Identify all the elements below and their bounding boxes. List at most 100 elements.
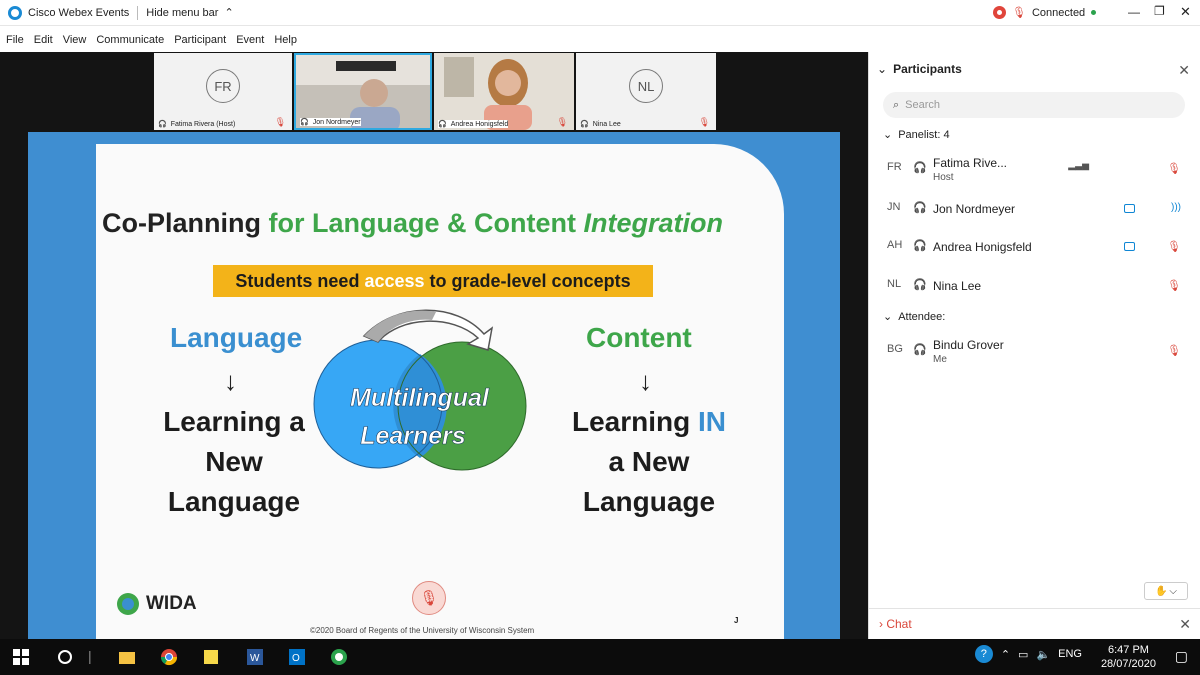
minimize-button[interactable]: —: [1128, 5, 1140, 19]
record-icon[interactable]: [993, 6, 1006, 19]
thumb-label: 🎧 Nina Lee: [580, 120, 621, 129]
participant-row[interactable]: JN 🎧 Jon Nordmeyer ))): [883, 192, 1193, 226]
raise-hand-button[interactable]: ✋ ⌵: [1144, 582, 1188, 600]
camera-icon[interactable]: [1124, 242, 1135, 251]
thumb-name: Fatima Rivera (Host): [170, 120, 236, 128]
participant-row[interactable]: AH 🎧 Andrea Honigsfeld 🎙: [883, 230, 1193, 264]
center-line: Multilingual: [350, 384, 489, 413]
video-thumb-jon[interactable]: 🎧 Jon Nordmeyer: [294, 53, 432, 130]
slide-canvas: Co-Planning for Language & Content Integ…: [96, 144, 784, 639]
clock-time: 6:47 PM: [1107, 644, 1149, 656]
windows-start-icon[interactable]: [12, 648, 30, 666]
headset-icon: 🎧: [300, 119, 309, 126]
mic-muted-icon[interactable]: 🎙: [1167, 279, 1181, 292]
outlook-icon[interactable]: O: [288, 648, 306, 666]
mute-button[interactable]: 🎙: [412, 581, 446, 615]
panelist-section-header[interactable]: ⌄ Panelist: 4: [883, 128, 950, 142]
menu-participant[interactable]: Participant: [174, 34, 226, 46]
wida-logo: WIDA: [116, 592, 197, 616]
hide-menu-button[interactable]: Hide menu bar ⌃: [146, 6, 234, 20]
menu-edit[interactable]: Edit: [34, 34, 53, 46]
slide-title: Co-Planning for Language & Content Integ…: [102, 208, 723, 239]
participant-name: Jon Nordmeyer: [933, 202, 1016, 216]
webex-logo-icon: [8, 5, 22, 20]
headset-icon: 🎧: [580, 121, 589, 128]
notifications-icon[interactable]: ▢: [1175, 648, 1188, 665]
search-placeholder: Search: [905, 99, 941, 111]
hide-menu-label: Hide menu bar: [146, 6, 219, 19]
windows-taskbar: | W O ? ⌃ ▭ 🔈 ENG 6:47 PM 28/07/2020 ▢: [0, 639, 1200, 675]
attendee-section-header[interactable]: ⌄ Attendee:: [883, 310, 945, 324]
venn-center-label: Multilingual Learners: [350, 379, 489, 455]
search-icon: ⌕: [893, 98, 900, 111]
webex-taskbar-icon[interactable]: [330, 648, 348, 666]
system-clock[interactable]: 6:47 PM 28/07/2020: [1101, 643, 1156, 671]
menu-event[interactable]: Event: [236, 34, 264, 46]
close-icon[interactable]: ✕: [1178, 62, 1190, 79]
headset-icon: 🎧: [913, 344, 927, 356]
participant-name: Bindu Grover: [933, 338, 1004, 352]
mic-muted-icon: 🎙: [274, 117, 286, 127]
connected-dot-icon: [1091, 10, 1097, 15]
thumb-label: 🎧 Andrea Honigsfeld: [438, 120, 509, 128]
video-feed: [434, 53, 574, 130]
battery-icon[interactable]: ▭: [1018, 648, 1028, 661]
mic-muted-icon[interactable]: 🎙: [1167, 240, 1181, 253]
video-thumb-nina[interactable]: NL 🎧 Nina Lee 🎙: [576, 53, 716, 130]
participant-search[interactable]: ⌕ Search: [883, 92, 1185, 118]
menu-communicate[interactable]: Communicate: [96, 34, 164, 46]
close-button[interactable]: ✕: [1180, 4, 1191, 20]
title-part: for Language & Content: [268, 208, 576, 238]
close-icon[interactable]: ✕: [1179, 616, 1191, 633]
sticky-notes-icon[interactable]: [202, 648, 220, 666]
mic-muted-icon[interactable]: 🎙: [1012, 6, 1026, 19]
desc-emphasis: IN: [698, 406, 726, 437]
menu-view[interactable]: View: [63, 34, 87, 46]
wida-wordmark: WIDA: [146, 593, 197, 614]
search-circle-icon[interactable]: [56, 648, 74, 666]
desc-line: Language: [582, 486, 716, 517]
panel-header[interactable]: ⌄ Participants: [877, 62, 962, 76]
restore-button[interactable]: ❐: [1154, 4, 1165, 18]
participant-row[interactable]: NL 🎧 Nina Lee 🎙: [883, 269, 1193, 303]
menu-file[interactable]: File: [6, 34, 24, 46]
mic-muted-icon[interactable]: 🎙: [1167, 344, 1181, 357]
speaking-icon: ))): [1171, 202, 1181, 213]
headset-icon: 🎧: [913, 279, 927, 291]
avatar: BG: [887, 343, 903, 355]
center-line: Learners: [360, 422, 466, 451]
video-thumb-fatima[interactable]: FR 🎧 Fatima Rivera (Host) 🎙: [154, 53, 292, 130]
slide-corner-mark: J: [734, 616, 739, 625]
language-indicator[interactable]: ENG: [1058, 648, 1082, 660]
video-thumb-andrea[interactable]: 🎧 Andrea Honigsfeld 🎙: [434, 53, 574, 130]
thumb-initials: FR: [206, 69, 240, 103]
shared-slide: Co-Planning for Language & Content Integ…: [28, 132, 840, 639]
divider: [137, 5, 139, 20]
chevron-up-icon: ⌃: [224, 7, 234, 19]
menu-bar: File Edit View Communicate Participant E…: [0, 30, 1200, 50]
participant-role: Me: [933, 354, 947, 365]
camera-icon[interactable]: [1124, 204, 1135, 213]
headset-icon: 🎧: [438, 121, 447, 128]
mic-muted-icon: 🎙: [556, 117, 568, 127]
svg-text:O: O: [292, 653, 300, 664]
chrome-icon[interactable]: [160, 648, 178, 666]
help-icon[interactable]: ?: [974, 645, 993, 663]
participant-row[interactable]: FR 🎧 Fatima Rive... Host ▂▃▅ 🎙: [883, 152, 1193, 186]
mic-muted-icon[interactable]: 🎙: [1167, 162, 1181, 175]
slide-banner: Students need access to grade-level conc…: [213, 265, 653, 297]
chevron-down-icon: ⌄: [883, 311, 893, 323]
menu-help[interactable]: Help: [274, 34, 297, 46]
task-view-icon[interactable]: |: [88, 648, 106, 666]
chat-panel-header[interactable]: › Chat ✕: [869, 608, 1200, 636]
participant-row[interactable]: BG 🎧 Bindu Grover Me 🎙: [883, 334, 1193, 368]
participant-name: Andrea Honigsfeld: [933, 240, 1032, 254]
banner-text: to grade-level concepts: [429, 270, 631, 291]
file-explorer-icon[interactable]: [118, 648, 136, 666]
word-icon[interactable]: W: [246, 648, 264, 666]
volume-icon[interactable]: 🔈: [1036, 648, 1050, 661]
title-part: Co-Planning: [102, 208, 261, 238]
chevron-up-icon[interactable]: ⌃: [1001, 648, 1010, 661]
banner-text: Students need: [235, 270, 360, 291]
participant-name: Fatima Rive...: [933, 156, 1008, 170]
